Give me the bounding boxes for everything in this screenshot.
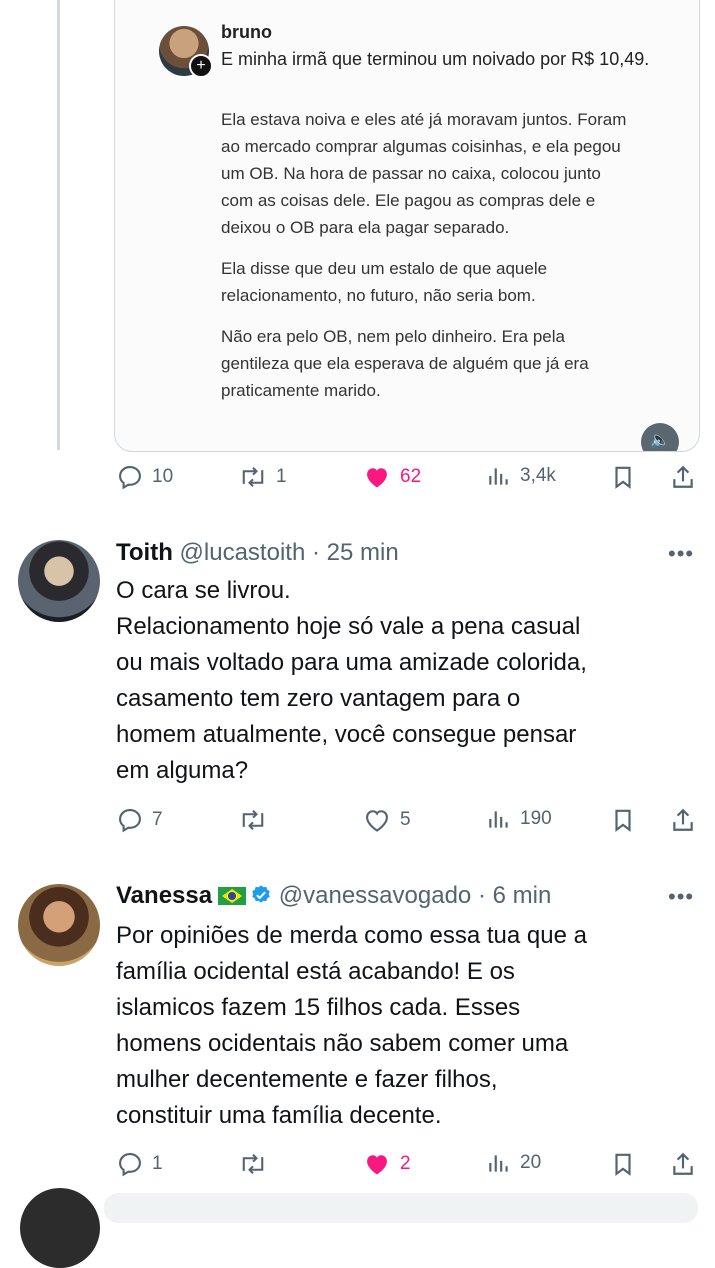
share-icon	[673, 1152, 693, 1175]
views-count: 190	[520, 808, 552, 829]
username[interactable]: @vanessavogado	[279, 882, 472, 909]
username[interactable]: @lucastoith	[180, 539, 306, 566]
views-button[interactable]: 3,4k	[486, 463, 556, 489]
timestamp[interactable]: · 6 min	[478, 882, 551, 909]
quoted-paragraph: Ela disse que deu um estalo de que aquel…	[221, 259, 548, 305]
reply-button[interactable]: 7	[116, 806, 163, 834]
quoted-headline: E minha irmã que terminou um noivado por…	[221, 49, 650, 69]
like-button[interactable]: 5	[362, 806, 411, 834]
text-line: mulher decentemente e fazer filhos,	[116, 1066, 498, 1093]
text-line: islamicos fazem 15 filhos cada. Esses	[116, 994, 521, 1021]
heart-icon	[367, 1155, 387, 1175]
text-line: homens ocidentais não sabem comer uma	[116, 1030, 569, 1057]
repost-button[interactable]	[238, 806, 268, 834]
reply-button[interactable]: 10	[116, 463, 173, 491]
text-line: casamento tem zero vantagem para o	[116, 685, 521, 712]
views-icon	[489, 468, 508, 485]
views-button[interactable]: 20	[486, 1150, 541, 1176]
reply-icon	[119, 1153, 141, 1177]
display-name[interactable]: Vanessa	[116, 882, 212, 909]
verified-icon	[252, 885, 270, 903]
display-name[interactable]: Toith	[116, 539, 173, 566]
text-line: Relacionamento hoje só vale a pena casua…	[116, 613, 581, 640]
quoted-author-avatar: +	[159, 26, 213, 78]
repost-icon	[242, 467, 264, 487]
like-button[interactable]: 2	[362, 1150, 411, 1178]
reply-icon	[119, 466, 141, 490]
repost-button[interactable]: 1	[238, 463, 287, 491]
views-icon	[489, 811, 508, 828]
avatar[interactable]	[18, 884, 100, 966]
reply-count: 7	[152, 809, 163, 830]
more-icon[interactable]: •••	[668, 884, 694, 910]
more-icon[interactable]: •••	[668, 541, 694, 567]
repost-count: 1	[276, 466, 287, 487]
quoted-body: Ela estava noiva e eles até já moravam j…	[221, 106, 631, 418]
reply-text: O cara se livrou. Relacionamento hoje só…	[116, 573, 686, 789]
text-line: constituir uma família decente.	[116, 1102, 442, 1129]
volume-icon[interactable]: 🔈	[641, 423, 679, 451]
like-count: 5	[400, 809, 411, 830]
quoted-paragraph: Não era pelo OB, nem pelo dinheiro. Era …	[221, 327, 589, 400]
bookmark-button[interactable]	[610, 806, 636, 834]
bookmark-icon	[615, 466, 631, 489]
reply-icon	[119, 809, 141, 833]
reply-text: Por opiniões de merda como essa tua que …	[116, 918, 686, 1134]
text-line: família ocidental está acabando! E os	[116, 958, 515, 985]
next-post-avatar[interactable]	[20, 1188, 100, 1268]
share-icon	[673, 465, 693, 488]
reply-header: Toith @lucastoith · 25 min	[116, 539, 399, 567]
brazil-flag-icon	[218, 887, 247, 905]
text-line: em alguma?	[116, 757, 249, 784]
repost-button[interactable]	[238, 1150, 268, 1178]
text-line: ou mais voltado para uma amizade colorid…	[116, 649, 587, 676]
thread-line	[57, 0, 60, 450]
quoted-paragraph: Ela estava noiva e eles até já moravam j…	[221, 110, 627, 237]
bookmark-icon	[615, 1153, 631, 1176]
reply-header: Vanessa @vanessavogado · 6 min	[116, 882, 551, 910]
bookmark-button[interactable]	[610, 463, 636, 491]
bookmark-icon	[615, 809, 631, 832]
timestamp[interactable]: · 25 min	[312, 539, 399, 566]
views-icon	[489, 1155, 508, 1172]
reply-count: 1	[152, 1153, 163, 1174]
like-count: 2	[400, 1153, 411, 1174]
follow-plus-icon: +	[189, 54, 213, 78]
quoted-post-image[interactable]: + bruno E minha irmã que terminou um noi…	[114, 0, 700, 452]
reply-count: 10	[152, 466, 174, 487]
views-count: 20	[520, 1152, 542, 1173]
repost-icon	[242, 810, 264, 830]
text-line: Por opiniões de merda como essa tua que …	[116, 922, 587, 949]
like-button[interactable]: 62	[362, 463, 421, 491]
share-button[interactable]	[670, 463, 696, 491]
next-post-preview[interactable]	[104, 1193, 698, 1223]
text-line: O cara se livrou.	[116, 577, 291, 604]
heart-icon	[366, 810, 388, 832]
text-line: homem atualmente, você consegue pensar	[116, 721, 577, 748]
reply-button[interactable]: 1	[116, 1150, 163, 1178]
avatar[interactable]	[18, 540, 100, 622]
share-icon	[673, 808, 693, 831]
post-actions: 7 5 190	[114, 806, 700, 838]
repost-icon	[242, 1154, 264, 1174]
share-button[interactable]	[670, 806, 696, 834]
bookmark-button[interactable]	[610, 1150, 636, 1178]
views-button[interactable]: 190	[486, 806, 552, 832]
views-count: 3,4k	[520, 465, 556, 486]
like-count: 62	[400, 466, 422, 487]
post-actions: 10 1 62 3,4k	[114, 463, 700, 495]
share-button[interactable]	[670, 1150, 696, 1178]
heart-icon	[367, 468, 387, 488]
post-actions: 1 2 20	[114, 1150, 700, 1182]
quoted-author-name: bruno	[221, 22, 272, 42]
